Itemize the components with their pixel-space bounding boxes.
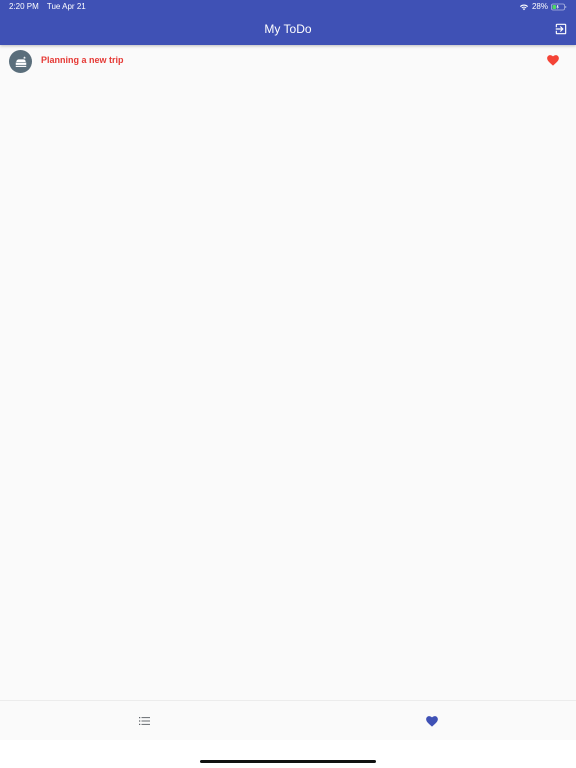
- nav-all-todos[interactable]: [0, 701, 288, 741]
- battery-icon: [551, 3, 567, 11]
- list-item[interactable]: Planning a new trip: [0, 45, 576, 77]
- heart-icon: [426, 715, 438, 727]
- status-bar-left: 2:20 PM Tue Apr 21: [9, 3, 86, 11]
- logout-icon: [555, 23, 567, 35]
- battery-percent: 28%: [531, 2, 548, 11]
- app-bar: 2:20 PM Tue Apr 21 28% My ToDo: [0, 0, 576, 45]
- list-icon: [138, 717, 150, 725]
- bottom-navigation: [0, 700, 576, 740]
- logout-button[interactable]: [554, 22, 568, 36]
- heart-icon: [547, 55, 559, 66]
- wifi-icon: [519, 3, 529, 11]
- safe-area-bottom: [0, 740, 576, 768]
- home-indicator[interactable]: [200, 760, 376, 763]
- todo-list: Planning a new trip: [0, 45, 576, 77]
- status-time: 2:20 PM: [9, 2, 39, 11]
- app-root: 2:20 PM Tue Apr 21 28% My ToDo Planning …: [0, 0, 576, 768]
- hotel-icon: [15, 55, 26, 67]
- avatar: [9, 50, 32, 73]
- todo-title: Planning a new trip: [41, 55, 124, 65]
- nav-favorites[interactable]: [288, 701, 576, 741]
- page-title: My ToDo: [264, 22, 312, 36]
- status-date: Tue Apr 21: [46, 2, 86, 11]
- status-bar-right: 28%: [519, 2, 567, 12]
- favorite-button[interactable]: [547, 55, 559, 66]
